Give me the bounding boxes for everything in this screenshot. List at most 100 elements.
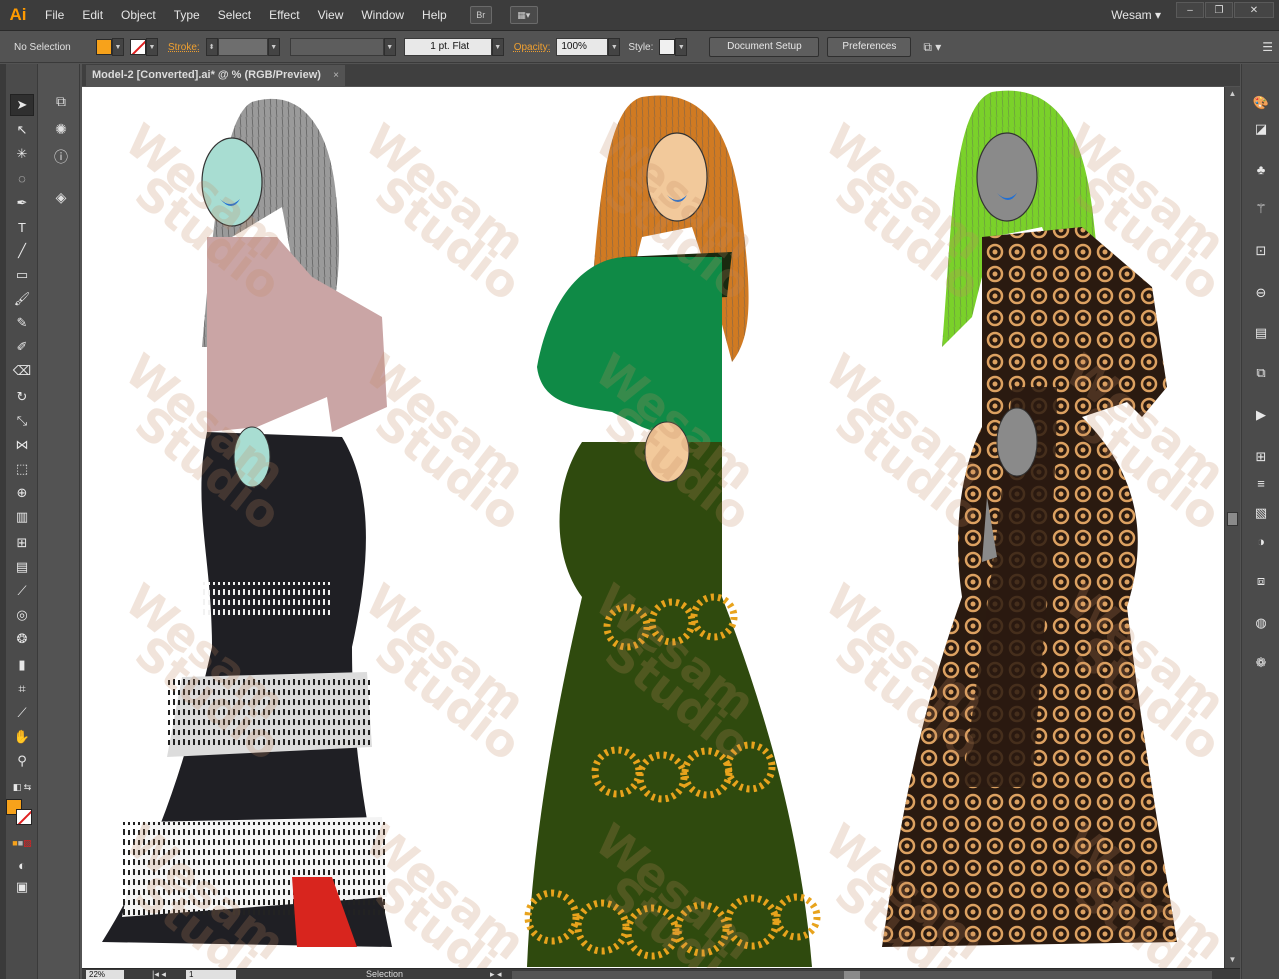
- stroke-panel-icon[interactable]: ≡: [1250, 472, 1272, 494]
- status-menu-icon[interactable]: ▸ ◂: [490, 969, 502, 979]
- stroke-color-box[interactable]: [16, 809, 32, 825]
- variable-width-profile[interactable]: [289, 38, 384, 56]
- type-tool-icon[interactable]: T: [10, 216, 34, 238]
- zoom-field[interactable]: 22%: [86, 970, 124, 979]
- drawing-mode-icon[interactable]: ◐: [10, 854, 34, 876]
- eyedropper-tool-icon[interactable]: ⟋: [10, 580, 34, 602]
- column-graph-tool-icon[interactable]: ▮: [10, 654, 34, 676]
- arrange-icon[interactable]: ⧉ ▾: [923, 40, 941, 55]
- color-guide-icon[interactable]: ◪: [1250, 118, 1272, 140]
- menu-select[interactable]: Select: [209, 0, 260, 31]
- layers-panel-icon[interactable]: ◈: [50, 186, 72, 208]
- menu-file[interactable]: File: [36, 0, 73, 31]
- menu-type[interactable]: Type: [165, 0, 209, 31]
- shape-builder-tool-icon[interactable]: ⊕: [10, 482, 34, 504]
- first-page-icon[interactable]: |◂ ◂: [152, 969, 166, 979]
- close-button[interactable]: ✕: [1234, 2, 1274, 18]
- stroke-label[interactable]: Stroke:: [168, 42, 200, 53]
- info-panel-icon[interactable]: ⓘ: [50, 146, 72, 168]
- bridge-button[interactable]: Br: [469, 6, 492, 24]
- hand-tool-icon[interactable]: ✋: [10, 726, 34, 748]
- screen-mode-icon[interactable]: ▣: [10, 876, 34, 898]
- scroll-thumb[interactable]: [1227, 512, 1238, 526]
- layers-panel-icon[interactable]: ⧉: [1250, 362, 1272, 384]
- horizontal-scrollbar[interactable]: [512, 971, 1212, 979]
- artboards-panel-icon[interactable]: ⊞: [1250, 446, 1272, 468]
- links-panel-icon[interactable]: ⊖: [1250, 282, 1272, 304]
- brushes-panel-icon[interactable]: ⚚: [1250, 198, 1272, 220]
- menu-help[interactable]: Help: [413, 0, 456, 31]
- blob-brush-tool-icon[interactable]: ✐: [10, 336, 34, 358]
- zoom-tool-icon[interactable]: ⚲: [10, 750, 34, 772]
- graphic-style-swatch[interactable]: [659, 39, 676, 55]
- swatches-panel-icon[interactable]: ♣: [1250, 158, 1272, 180]
- symbols-panel-icon[interactable]: ✺: [50, 118, 72, 140]
- preferences-button[interactable]: Preferences: [827, 37, 912, 57]
- transparency-panel-icon[interactable]: ◑: [1250, 530, 1272, 552]
- scale-tool-icon[interactable]: ⤡: [10, 410, 34, 432]
- opacity-field[interactable]: 100%: [556, 38, 609, 56]
- symbols-panel-icon[interactable]: ❁: [1250, 652, 1272, 674]
- workspace-switcher[interactable]: Wesam ▾: [1111, 0, 1161, 31]
- brush-definition-field[interactable]: 1 pt. Flat: [403, 38, 492, 56]
- appearance-panel-icon[interactable]: ◍: [1250, 612, 1272, 634]
- fill-swatch[interactable]: [96, 39, 112, 55]
- perspective-grid-tool-icon[interactable]: ▥: [10, 506, 34, 528]
- horizontal-scroll-thumb[interactable]: [844, 971, 860, 979]
- fill-dropdown[interactable]: ▼: [112, 38, 124, 56]
- menu-object[interactable]: Object: [112, 0, 165, 31]
- menu-view[interactable]: View: [309, 0, 353, 31]
- panel-menu-icon[interactable]: ☰: [1262, 40, 1273, 54]
- document-tab[interactable]: Model-2 [Converted].ai* @ % (RGB/Preview…: [86, 65, 345, 86]
- scroll-down-icon[interactable]: ▼: [1227, 955, 1238, 966]
- color-mode-icons[interactable]: ■ ■ ▨: [10, 832, 34, 854]
- pencil-tool-icon[interactable]: ✎: [10, 312, 34, 334]
- color-panel-icon[interactable]: 🎨: [1250, 92, 1272, 114]
- close-tab-icon[interactable]: ×: [333, 65, 339, 86]
- profile-dropdown[interactable]: ▼: [383, 38, 396, 56]
- scroll-up-icon[interactable]: ▲: [1227, 89, 1238, 100]
- status-mode[interactable]: Selection: [366, 969, 403, 979]
- menu-edit[interactable]: Edit: [73, 0, 112, 31]
- stroke-weight-stepper[interactable]: ⬍: [205, 38, 218, 56]
- selection-tool-icon[interactable]: ➤: [10, 94, 34, 116]
- line-tool-icon[interactable]: ╱: [10, 240, 34, 262]
- opacity-label[interactable]: Opacity:: [514, 42, 551, 53]
- blend-tool-icon[interactable]: ◎: [10, 604, 34, 626]
- mesh-tool-icon[interactable]: ⊞: [10, 532, 34, 554]
- gradient-panel-icon[interactable]: ▧: [1250, 502, 1272, 524]
- symbol-sprayer-tool-icon[interactable]: ❂: [10, 628, 34, 650]
- arrange-documents-button[interactable]: ▦▾: [509, 6, 538, 24]
- minimize-button[interactable]: –: [1176, 2, 1204, 18]
- pen-tool-icon[interactable]: ✒: [10, 192, 34, 214]
- stroke-weight-dropdown[interactable]: ▼: [267, 38, 280, 56]
- free-transform-tool-icon[interactable]: ⬚: [10, 458, 34, 480]
- magic-wand-tool-icon[interactable]: ✳: [10, 143, 34, 165]
- page-field[interactable]: 1: [186, 970, 236, 979]
- style-dropdown[interactable]: ▼: [675, 38, 688, 56]
- rotate-tool-icon[interactable]: ↻: [10, 386, 34, 408]
- rectangle-tool-icon[interactable]: ▭: [10, 264, 34, 286]
- width-tool-icon[interactable]: ⋈: [10, 434, 34, 456]
- restore-button[interactable]: ❐: [1205, 2, 1233, 18]
- graphic-styles-panel-icon[interactable]: ⧈: [1250, 570, 1272, 592]
- menu-effect[interactable]: Effect: [260, 0, 308, 31]
- eraser-tool-icon[interactable]: ⌫: [10, 360, 34, 382]
- transform-panel-icon[interactable]: ⧉: [50, 90, 72, 112]
- align-panel-icon[interactable]: ⊡: [1250, 240, 1272, 262]
- lasso-tool-icon[interactable]: ◌: [10, 167, 34, 189]
- opacity-dropdown[interactable]: ▼: [608, 38, 621, 56]
- actions-panel-icon[interactable]: ▶: [1250, 404, 1272, 426]
- slice-tool-icon[interactable]: ⟋: [10, 702, 34, 724]
- menu-window[interactable]: Window: [352, 0, 413, 31]
- paintbrush-tool-icon[interactable]: 🖌: [10, 288, 34, 310]
- artboard-canvas[interactable]: Wesam Studio Wesam Studio Wesam Studio Wesam St…: [82, 87, 1224, 968]
- document-setup-button[interactable]: Document Setup: [709, 37, 820, 57]
- brush-dropdown[interactable]: ▼: [491, 38, 504, 56]
- gradient-tool-icon[interactable]: ▤: [10, 556, 34, 578]
- pathfinder-panel-icon[interactable]: ▤: [1250, 322, 1272, 344]
- stroke-weight-field[interactable]: [217, 38, 268, 56]
- direct-selection-tool-icon[interactable]: ↖: [10, 119, 34, 141]
- stroke-dropdown[interactable]: ▼: [146, 38, 158, 56]
- default-colors-icon[interactable]: ◧ ⇆: [10, 776, 34, 798]
